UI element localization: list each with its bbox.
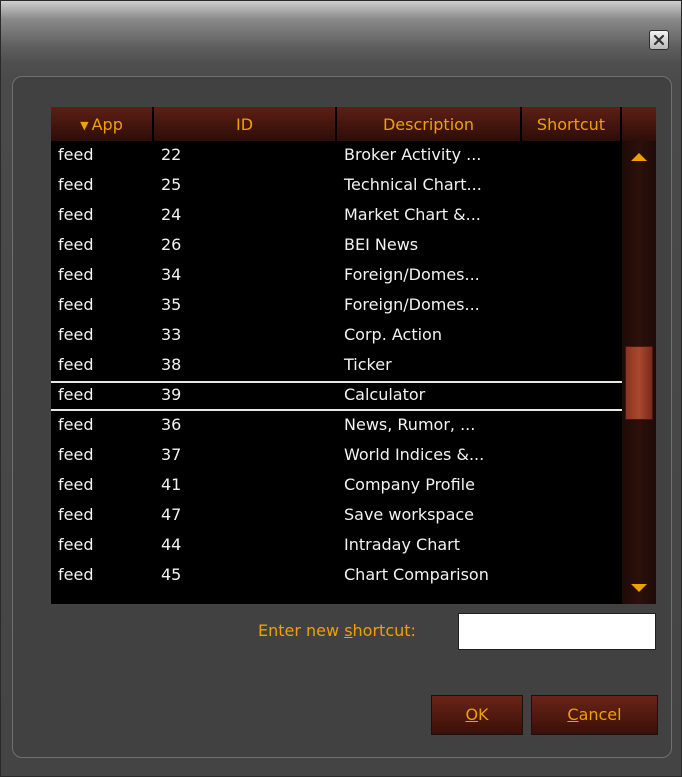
cell-id: 37 — [161, 445, 182, 464]
close-x-icon — [653, 34, 665, 46]
table-row[interactable]: feed 25 Technical Chart... — [51, 171, 622, 201]
table-row[interactable]: feed 37 World Indices &... — [51, 441, 622, 471]
cell-description: Corp. Action — [344, 325, 442, 344]
cell-id: 22 — [161, 145, 182, 164]
cell-id: 45 — [161, 565, 182, 584]
table-row[interactable]: feed 22 Broker Activity ... — [51, 141, 622, 171]
column-header-description[interactable]: Description — [337, 107, 522, 141]
column-header-shortcut[interactable]: Shortcut — [522, 107, 622, 141]
cell-description: Intraday Chart — [344, 535, 460, 554]
cell-id: 35 — [161, 295, 182, 314]
column-header-id[interactable]: ID — [154, 107, 337, 141]
sort-descending-icon: ▼ — [80, 119, 89, 132]
table-row[interactable]: feed 35 Foreign/Domes... — [51, 291, 622, 321]
cell-id: 25 — [161, 175, 182, 194]
column-header-label: Description — [382, 115, 475, 134]
table-row[interactable]: feed 24 Market Chart &... — [51, 201, 622, 231]
cell-description: Foreign/Domes... — [344, 295, 480, 314]
table-row[interactable]: feed 45 Chart Comparison — [51, 561, 622, 591]
cell-id: 38 — [161, 355, 182, 374]
cell-id: 33 — [161, 325, 182, 344]
cell-description: Technical Chart... — [344, 175, 482, 194]
table-row[interactable]: feed 47 Save workspace — [51, 501, 622, 531]
column-header-label: Shortcut — [536, 115, 606, 134]
shortcut-label-accelerator: s — [344, 621, 353, 640]
column-header-label: ID — [235, 115, 254, 134]
table-row[interactable]: feed 39 Calculator — [51, 381, 622, 411]
table-body: feed 22 Broker Activity ... feed 25 Technical… — [51, 141, 622, 604]
vertical-scrollbar[interactable] — [622, 141, 656, 604]
ok-button[interactable]: OK — [431, 695, 523, 735]
close-button[interactable] — [649, 30, 669, 50]
cell-description: News, Rumor, ... — [344, 415, 476, 434]
cell-app: feed — [58, 145, 94, 164]
cell-app: feed — [58, 265, 94, 284]
cancel-label: ancel — [578, 705, 622, 724]
cell-description: World Indices &... — [344, 445, 485, 464]
table-row[interactable]: feed 26 BEI News — [51, 231, 622, 261]
cell-app: feed — [58, 445, 94, 464]
cell-app: feed — [58, 355, 94, 374]
table-row[interactable]: feed 41 Company Profile — [51, 471, 622, 501]
cell-description: Chart Comparison — [344, 565, 489, 584]
cell-id: 34 — [161, 265, 182, 284]
cell-description: BEI News — [344, 235, 419, 254]
scroll-down-button[interactable] — [622, 572, 656, 604]
shortcut-dialog: ▼ App ID Description Shortcut feed 22 Broke… — [0, 0, 682, 777]
cell-app: feed — [58, 505, 94, 524]
column-header-label: App — [91, 115, 123, 134]
cell-description: Calculator — [344, 385, 426, 404]
cell-description: Ticker — [344, 355, 392, 374]
cell-id: 26 — [161, 235, 182, 254]
cell-id: 47 — [161, 505, 182, 524]
arrow-down-icon — [631, 584, 647, 592]
cell-app: feed — [58, 205, 94, 224]
table-row[interactable]: feed 44 Intraday Chart — [51, 531, 622, 561]
shortcut-table: ▼ App ID Description Shortcut feed 22 Broke… — [51, 107, 656, 604]
column-header-app[interactable]: ▼ App — [51, 107, 154, 141]
table-row[interactable]: feed 36 News, Rumor, ... — [51, 411, 622, 441]
cell-id: 41 — [161, 475, 182, 494]
title-bar[interactable] — [1, 1, 681, 63]
shortcut-input[interactable] — [458, 613, 656, 650]
cell-app: feed — [58, 385, 94, 404]
scroll-up-button[interactable] — [622, 141, 656, 173]
table-row[interactable]: feed 38 Ticker — [51, 351, 622, 381]
cell-description: Broker Activity ... — [344, 145, 482, 164]
cell-id: 36 — [161, 415, 182, 434]
ok-accelerator: O — [465, 705, 479, 724]
table-row[interactable]: feed 33 Corp. Action — [51, 321, 622, 351]
cell-app: feed — [58, 235, 94, 254]
scroll-thumb[interactable] — [625, 346, 653, 420]
cancel-button[interactable]: Cancel — [531, 695, 658, 735]
cell-app: feed — [58, 415, 94, 434]
cell-app: feed — [58, 535, 94, 554]
cell-description: Company Profile — [344, 475, 475, 494]
cell-app: feed — [58, 175, 94, 194]
cell-app: feed — [58, 325, 94, 344]
shortcut-label-text-end: hortcut: — [352, 621, 416, 640]
shortcut-label-text: Enter new — [258, 621, 345, 640]
table-header: ▼ App ID Description Shortcut — [51, 107, 656, 141]
cell-id: 39 — [161, 385, 182, 404]
shortcut-label: Enter new shortcut: — [258, 621, 456, 640]
cell-app: feed — [58, 475, 94, 494]
cell-description: Foreign/Domes... — [344, 265, 480, 284]
cell-id: 44 — [161, 535, 182, 554]
cell-description: Market Chart &... — [344, 205, 481, 224]
ok-label: K — [478, 705, 489, 724]
cancel-accelerator: C — [567, 705, 579, 724]
table-row[interactable]: feed 34 Foreign/Domes... — [51, 261, 622, 291]
arrow-up-icon — [631, 153, 647, 161]
cell-app: feed — [58, 295, 94, 314]
cell-app: feed — [58, 565, 94, 584]
cell-description: Save workspace — [344, 505, 475, 524]
cell-id: 24 — [161, 205, 182, 224]
